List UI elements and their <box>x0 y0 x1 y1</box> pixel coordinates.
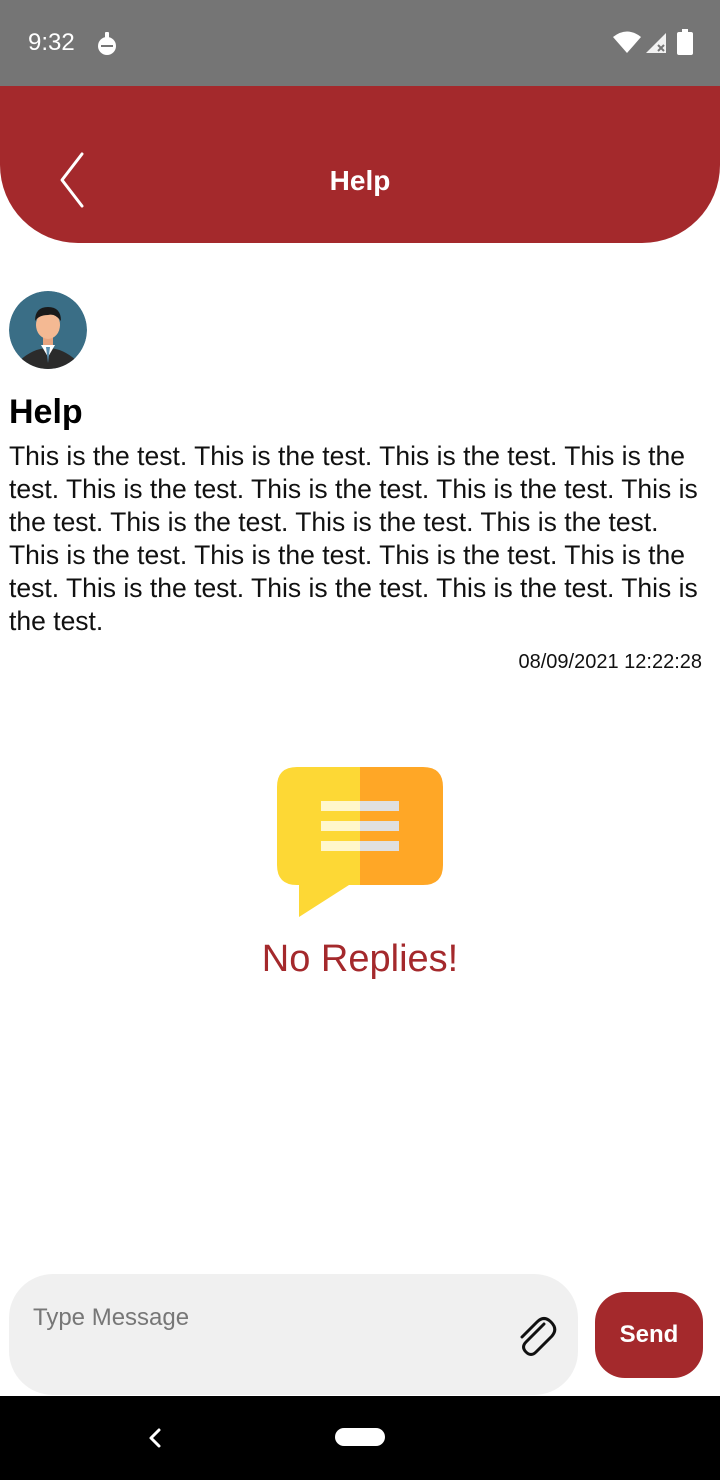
signal-icon <box>646 33 666 53</box>
system-nav-bar <box>0 1396 720 1480</box>
ticket-subject: Help <box>9 393 83 431</box>
user-avatar-icon <box>9 291 87 369</box>
paperclip-icon[interactable] <box>514 1314 558 1358</box>
status-bar: 9:32 <box>0 0 720 86</box>
message-input[interactable] <box>33 1298 503 1338</box>
message-composer <box>9 1274 578 1395</box>
nav-back-icon[interactable] <box>143 1424 167 1452</box>
empty-state-text: No Replies! <box>261 938 459 980</box>
page-title: Help <box>329 165 391 196</box>
status-time: 9:32 <box>28 29 75 56</box>
ticket-body: This is the test. This is the test. This… <box>9 441 698 636</box>
app-notification-icon <box>98 32 116 55</box>
send-button[interactable]: Send <box>595 1292 703 1378</box>
avatar <box>9 291 87 369</box>
app-header: Help <box>0 86 720 243</box>
battery-icon <box>677 29 693 55</box>
nav-home-icon[interactable] <box>335 1428 385 1446</box>
wifi-icon <box>613 31 641 53</box>
ticket-timestamp: 08/09/2021 12:22:28 <box>518 651 702 673</box>
chat-bubble-icon <box>277 767 443 917</box>
